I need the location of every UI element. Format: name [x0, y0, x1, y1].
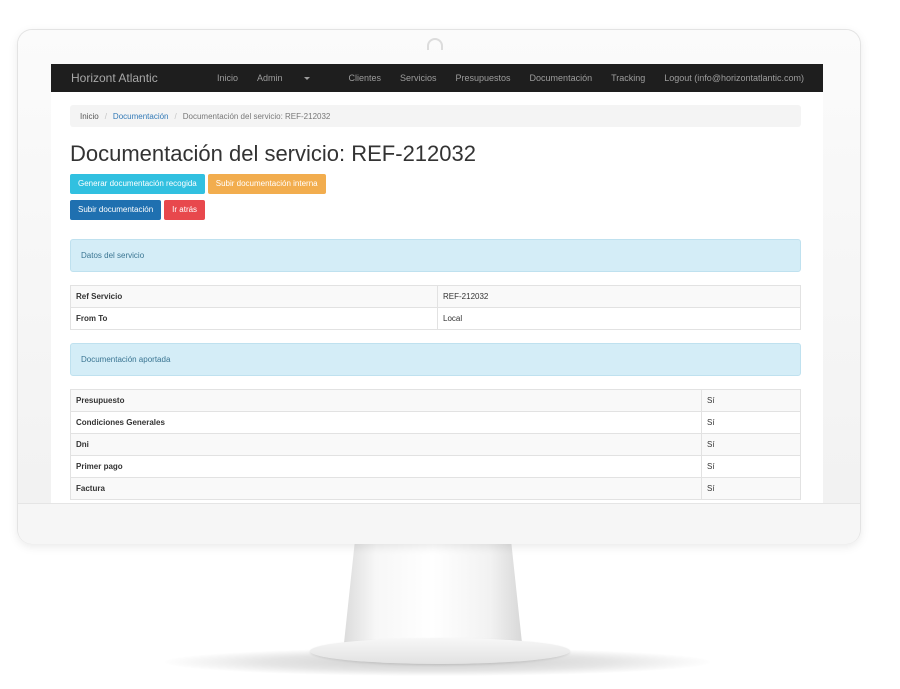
monitor-screen: Horizont Atlantic Inicio Admin Clientes …	[51, 64, 823, 503]
breadcrumb-separator: /	[104, 111, 107, 121]
service-table: Ref Servicio REF-212032 From To Local	[70, 285, 801, 330]
row-value: Sí	[701, 389, 801, 412]
table-row: Primer pago Sí	[70, 455, 801, 478]
button-row: Subir documentación Ir atrás	[70, 199, 801, 220]
nav-item-logout[interactable]: Logout (info@horizontatlantic.com)	[664, 73, 804, 83]
table-row: Condiciones Generales Sí	[70, 411, 801, 434]
nav-item-admin-label: Admin	[256, 73, 283, 83]
webcam-icon	[427, 38, 443, 50]
breadcrumb-separator: /	[174, 111, 177, 121]
navbar: Horizont Atlantic Inicio Admin Clientes …	[51, 64, 823, 92]
nav-links: Inicio Admin Clientes Servicios Presupue…	[217, 73, 823, 83]
back-button[interactable]: Ir atrás	[164, 200, 206, 220]
nav-item-inicio[interactable]: Inicio	[217, 73, 238, 83]
docs-table: Presupuesto Sí Condiciones Generales Sí …	[70, 389, 801, 500]
navbar-brand[interactable]: Horizont Atlantic	[71, 71, 209, 85]
monitor-bottom-bezel	[18, 503, 860, 544]
nav-item-servicios[interactable]: Servicios	[400, 73, 437, 83]
breadcrumb-current: Documentación del servicio: REF-212032	[182, 111, 331, 121]
table-row: From To Local	[70, 307, 801, 330]
row-label: Factura	[70, 477, 702, 500]
upload-docs-button[interactable]: Subir documentación	[70, 200, 162, 220]
breadcrumb-home[interactable]: Inicio	[80, 112, 99, 121]
caret-down-icon	[304, 77, 311, 81]
docs-panel-heading: Documentación aportada	[70, 343, 801, 376]
row-label: From To	[70, 307, 438, 330]
table-row: Factura Sí	[70, 477, 801, 500]
service-panel-heading: Datos del servicio	[70, 239, 801, 272]
table-row: Dni Sí	[70, 433, 801, 456]
upload-internal-docs-button[interactable]: Subir documentación interna	[207, 174, 326, 194]
row-label: Primer pago	[70, 455, 702, 478]
row-label: Presupuesto	[70, 389, 702, 412]
nav-item-tracking[interactable]: Tracking	[611, 73, 645, 83]
main-content: Inicio / Documentación / Documentación d…	[70, 105, 801, 500]
generate-docs-button[interactable]: Generar documentación recogida	[70, 174, 205, 194]
nav-item-clientes[interactable]: Clientes	[348, 73, 381, 83]
nav-item-admin[interactable]: Admin	[257, 73, 330, 83]
breadcrumb-section[interactable]: Documentación	[113, 112, 169, 121]
row-label: Condiciones Generales	[70, 411, 702, 434]
nav-item-presupuestos[interactable]: Presupuestos	[456, 73, 511, 83]
breadcrumb: Inicio / Documentación / Documentación d…	[70, 105, 801, 127]
row-label: Ref Servicio	[70, 285, 438, 308]
row-value: Sí	[701, 477, 801, 500]
nav-item-documentacion[interactable]: Documentación	[530, 73, 593, 83]
row-label: Dni	[70, 433, 702, 456]
table-row: Ref Servicio REF-212032	[70, 285, 801, 308]
monitor-stand-base	[310, 638, 570, 664]
row-value: Sí	[701, 411, 801, 434]
button-row: Generar documentación recogida Subir docu…	[70, 173, 801, 194]
monitor-stand-neck	[344, 543, 522, 643]
row-value: Sí	[701, 455, 801, 478]
table-row: Presupuesto Sí	[70, 389, 801, 412]
page-title: Documentación del servicio: REF-212032	[70, 141, 476, 166]
row-value: REF-212032	[437, 285, 801, 308]
row-value: Local	[437, 307, 801, 330]
row-value: Sí	[701, 433, 801, 456]
